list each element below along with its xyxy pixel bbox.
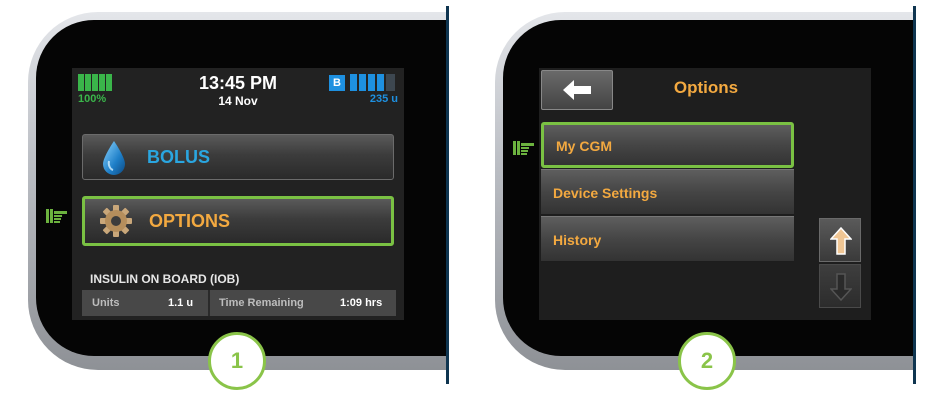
iob-units-label: Units	[92, 297, 120, 309]
clock-time: 13:45 PM	[198, 73, 278, 93]
battery-icon	[78, 74, 112, 91]
battery-indicator	[78, 74, 114, 91]
iob-title: INSULIN ON BOARD (IOB)	[90, 272, 240, 286]
insulin-cartridge-icon	[350, 74, 395, 91]
options-button-label: OPTIONS	[149, 211, 231, 231]
panel-options-screen: Options My CGM Device Settings History 2	[467, 0, 934, 394]
cartridge-badge: B	[329, 75, 345, 91]
iob-time-label: Time Remaining	[219, 297, 304, 309]
iob-units-value: 1.1 u	[168, 297, 194, 309]
iob-divider	[208, 290, 210, 316]
my-cgm-label: My CGM	[556, 138, 612, 154]
pump-screen-options: Options My CGM Device Settings History	[539, 68, 871, 320]
down-arrow-icon	[830, 273, 852, 301]
scroll-down-button[interactable]	[819, 264, 861, 308]
water-drop-icon	[103, 141, 125, 175]
back-arrow-icon	[563, 80, 591, 100]
battery-percent: 100%	[78, 93, 107, 105]
bolus-button-label: BOLUS	[147, 147, 210, 167]
insulin-level-indicator	[350, 74, 398, 91]
panel-divider	[913, 6, 916, 384]
panel-divider	[446, 6, 449, 384]
device-settings-label: Device Settings	[553, 185, 658, 201]
options-title: Options	[673, 78, 739, 97]
pointing-hand-icon	[513, 141, 534, 155]
back-button[interactable]	[541, 70, 613, 110]
clock-date: 14 Nov	[218, 94, 258, 108]
scroll-up-button[interactable]	[819, 218, 861, 262]
up-arrow-icon	[830, 227, 852, 255]
bolus-button[interactable]: BOLUS	[82, 134, 394, 180]
panel-home-screen: 100% 13:45 PM 14 Nov B 235 u BOLUS OPTIO…	[0, 0, 467, 394]
step-number-2: 2	[678, 332, 736, 390]
gear-icon	[100, 205, 132, 237]
options-button[interactable]: OPTIONS	[82, 196, 394, 246]
pointing-hand-icon	[46, 209, 67, 223]
history-option[interactable]: History	[541, 216, 794, 262]
step-number-1: 1	[208, 332, 266, 390]
device-settings-option[interactable]: Device Settings	[541, 169, 794, 215]
history-label: History	[553, 232, 602, 248]
iob-time-value: 1:09 hrs	[340, 297, 383, 309]
pump-screen-home: 100% 13:45 PM 14 Nov B 235 u BOLUS OPTIO…	[72, 68, 404, 320]
my-cgm-option[interactable]: My CGM	[541, 122, 794, 168]
insulin-units-remaining: 235 u	[369, 93, 398, 105]
iob-table: Units 1.1 u Time Remaining 1:09 hrs	[82, 290, 396, 316]
